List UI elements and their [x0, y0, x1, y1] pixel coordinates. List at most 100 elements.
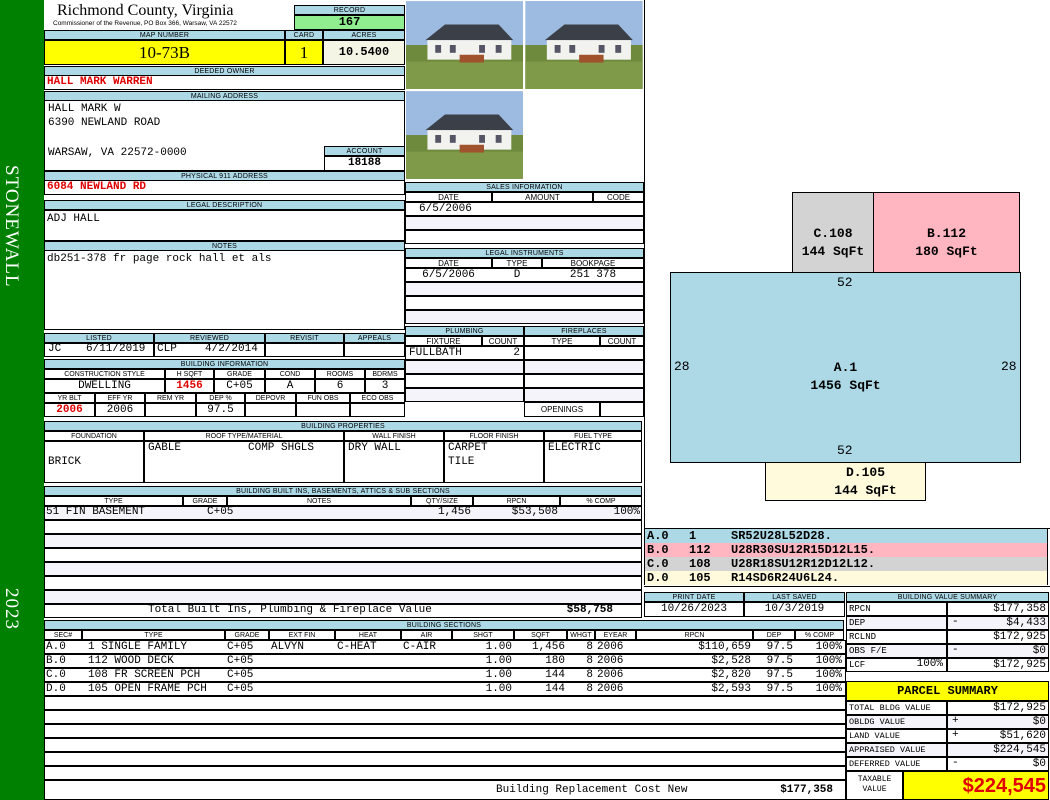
- sections-header: RPCN: [636, 630, 753, 640]
- section-cell: [335, 655, 401, 668]
- acres-value: 10.5400: [323, 40, 405, 65]
- section-cell: 144: [545, 683, 565, 695]
- fireplace-row: [524, 388, 644, 402]
- notes-text: db251-378 fr page rock hall et als: [44, 250, 405, 330]
- building-info-value: C+05: [214, 379, 265, 393]
- sections-header: SQFT: [514, 630, 567, 640]
- sketch-code-row[interactable]: A.0 1 SR52U28L52D28.: [644, 529, 1048, 543]
- section-cell: 8: [586, 669, 593, 681]
- parcel-summary-label: DEFERRED VALUE: [846, 757, 947, 771]
- sketch-code-row[interactable]: C.0 108 U28R18SU12R12D12L12.: [644, 557, 1048, 571]
- house-photo-1[interactable]: [405, 0, 524, 90]
- built-ins-row: [44, 534, 642, 548]
- sketch-code-cell: D.0: [647, 571, 669, 585]
- fireplace-row: [524, 374, 644, 388]
- value-summary-label: RPCN: [846, 602, 947, 616]
- reviewed-date: 4/2/2014: [205, 343, 258, 355]
- built-ins-row: [44, 520, 642, 534]
- building-info-value: [145, 403, 196, 417]
- section-cell: 8: [586, 683, 593, 695]
- listed-date: 6/11/2019: [86, 343, 146, 355]
- sketch-code-row[interactable]: B.0 112 U28R30SU12R15D12L15.: [644, 543, 1048, 557]
- instrument-cell: 6/5/2006: [422, 269, 475, 281]
- sketch-area-d[interactable]: D.105 144 SqFt: [765, 462, 926, 501]
- sketch-code-cell: B.0: [647, 543, 669, 557]
- card-number: 1: [285, 40, 323, 65]
- building-info-value: [350, 403, 405, 417]
- section-cell: C+05: [227, 655, 254, 667]
- building-info-header: ECO OBS: [350, 393, 405, 403]
- parcel-summary-label: LAND VALUE: [846, 729, 947, 743]
- building-info-header: COND: [265, 369, 315, 379]
- legal-description-label: LEGAL DESCRIPTION: [44, 200, 405, 210]
- value-summary-sign: [950, 602, 965, 615]
- fuel-type-value: ELECTRIC: [548, 442, 601, 454]
- reviewed-label: REVIEWED: [154, 333, 265, 343]
- house-photo-2[interactable]: [524, 0, 644, 90]
- sketch-divider: [644, 0, 645, 528]
- foundation-value: BRICK: [48, 456, 82, 468]
- instrument-row: [405, 296, 644, 310]
- sections-header: TYPE: [82, 630, 225, 640]
- instrument-cell: D: [513, 269, 521, 281]
- sketch-code-cell: U28R30SU12R15D12L15.: [731, 543, 876, 557]
- value-summary-sign: [950, 658, 965, 671]
- sketch-code-row[interactable]: D.0 105 R14SD6R24U6L24.: [644, 571, 1048, 585]
- reviewed-by: CLP: [157, 343, 177, 355]
- tax-year: 2023: [1, 588, 22, 630]
- sketch-code-cell: 105: [689, 571, 711, 585]
- last-saved-label: LAST SAVED: [744, 592, 845, 602]
- section-cell: 2006: [597, 641, 624, 653]
- area-code: C.108: [813, 226, 853, 241]
- built-ins-total-label: Total Built Ins, Plumbing & Fireplace Va…: [148, 604, 432, 616]
- sketch-area-c[interactable]: C.108 144 SqFt: [792, 192, 874, 273]
- section-cell: [401, 669, 452, 682]
- sections-header: DEP: [753, 630, 795, 640]
- value-summary-label: RCLND: [846, 630, 947, 644]
- account-label: ACCOUNT: [324, 146, 405, 156]
- house-icon: [406, 91, 523, 179]
- value-summary-sign: -: [952, 644, 959, 656]
- section-row: [44, 696, 846, 710]
- building-info-value: DWELLING: [44, 379, 165, 393]
- value-summary-sign: [950, 630, 965, 643]
- mailing-line-3: WARSAW, VA 22572-0000: [48, 147, 187, 159]
- area-code: A.1: [833, 360, 858, 375]
- section-cell: C-HEAT: [337, 641, 377, 653]
- built-ins-cell: 100%: [613, 506, 640, 518]
- section-row: [44, 710, 846, 724]
- section-cell: 8: [586, 641, 593, 653]
- built-ins-cell: $53,508: [511, 506, 558, 518]
- value-summary-label: OBS F/E: [846, 644, 947, 658]
- building-info-header: YR BLT: [44, 393, 95, 403]
- sketch-area-a[interactable]: A.1 1456 SqFt: [670, 272, 1021, 463]
- instrument-row: [405, 282, 644, 296]
- parcel-summary-label: APPRAISED VALUE: [846, 743, 947, 757]
- section-cell: $2,820: [711, 669, 751, 681]
- building-info-value: [296, 403, 350, 417]
- instrument-row: [405, 310, 644, 324]
- section-cell: C+05: [227, 683, 254, 695]
- properties-header: ROOF TYPE/MATERIAL: [144, 431, 344, 441]
- sketch-area-b[interactable]: B.112 180 SqFt: [873, 192, 1020, 273]
- fireplace-row: [524, 360, 644, 374]
- column-header: COUNT: [482, 336, 524, 346]
- section-cell: B.0: [46, 655, 66, 667]
- value-summary-sign: -: [952, 616, 959, 628]
- section-cell: C.0: [46, 669, 66, 681]
- section-cell: 1.00: [485, 683, 512, 695]
- section-cell: ALVYN: [271, 641, 305, 653]
- parcel-summary-label: TOTAL BLDG VALUE: [846, 701, 947, 715]
- properties-header: FOUNDATION: [44, 431, 144, 441]
- section-cell: 180: [545, 655, 565, 667]
- house-photo-3[interactable]: [405, 90, 524, 180]
- building-sections-label: BUILDING SECTIONS: [44, 620, 844, 630]
- sales-row: [405, 230, 644, 244]
- built-ins-row: [44, 562, 642, 576]
- sections-header: GRADE: [225, 630, 269, 640]
- section-cell: [335, 669, 401, 682]
- section-cell: C+05: [227, 669, 254, 681]
- floor-finish-value: CARPET: [448, 442, 488, 454]
- instruments-header: BOOKPAGE: [542, 258, 644, 268]
- mailing-line-2: 6390 NEWLAND ROAD: [48, 117, 161, 129]
